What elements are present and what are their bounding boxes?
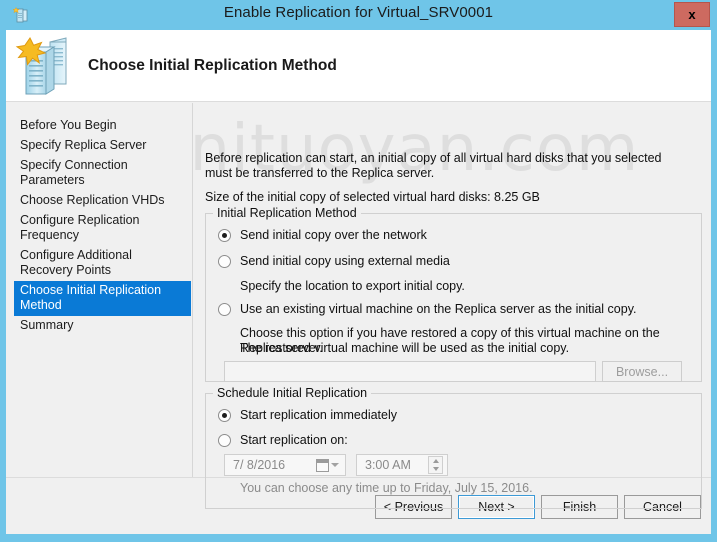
sidebar-item-choose-initial-replication-method[interactable]: Choose Initial Replication Method — [14, 281, 191, 316]
sidebar-item-specify-connection-parameters[interactable]: Specify Connection Parameters — [14, 156, 190, 191]
dialog-window: Enable Replication for Virtual_SRV0001 x — [0, 0, 717, 542]
browse-button[interactable]: Browse... — [602, 361, 682, 382]
radio-indicator-use-existing-vm[interactable] — [218, 303, 231, 316]
export-location-hint: Specify the location to export initial c… — [240, 279, 465, 293]
wizard-header: Choose Initial Replication Method — [6, 30, 711, 102]
close-button[interactable]: x — [674, 2, 710, 27]
sidebar-item-specify-replica-server[interactable]: Specify Replica Server — [14, 136, 190, 156]
two-servers-star-icon — [14, 34, 82, 98]
radio-indicator-send-over-network[interactable] — [218, 229, 231, 242]
group-title-initial-replication-method: Initial Replication Method — [213, 206, 361, 220]
radio-start-immediately[interactable]: Start replication immediately — [218, 408, 397, 423]
radio-label-use-existing-vm: Use an existing virtual machine on the R… — [240, 302, 637, 316]
start-time-picker[interactable]: 3:00 AM — [356, 454, 448, 476]
page-title: Choose Initial Replication Method — [88, 57, 337, 74]
chevron-down-icon[interactable] — [432, 467, 439, 471]
sidebar-item-summary[interactable]: Summary — [14, 316, 190, 336]
chevron-down-icon[interactable] — [331, 463, 339, 467]
radio-label-start-immediately: Start replication immediately — [240, 408, 398, 422]
existing-vm-help-line-2: The restored virtual machine will be use… — [240, 341, 570, 355]
dialog-client-area: Choose Initial Replication Method firnit… — [6, 30, 711, 534]
radio-indicator-start-immediately[interactable] — [218, 409, 231, 422]
group-title-schedule-initial-replication: Schedule Initial Replication — [213, 386, 372, 400]
radio-label-start-on-date: Start replication on: — [240, 433, 348, 447]
chevron-up-icon[interactable] — [432, 459, 439, 463]
radio-use-existing-vm[interactable]: Use an existing virtual machine on the R… — [218, 302, 637, 317]
export-location-input[interactable] — [224, 361, 596, 382]
wizard-content: Before replication can start, an initial… — [194, 103, 711, 509]
schedule-limit-hint: You can choose any time up to Friday, Ju… — [240, 481, 533, 495]
initial-replication-method-group: Initial Replication Method Send initial … — [205, 206, 702, 382]
sidebar-item-choose-replication-vhds[interactable]: Choose Replication VHDs — [14, 191, 190, 211]
radio-send-over-network[interactable]: Send initial copy over the network — [218, 228, 427, 243]
start-time-value: 3:00 AM — [365, 458, 411, 472]
time-stepper[interactable] — [428, 456, 443, 474]
start-date-picker[interactable]: 7/ 8/2016 — [224, 454, 346, 476]
radio-start-on-date[interactable]: Start replication on: — [218, 433, 348, 448]
radio-indicator-send-external-media[interactable] — [218, 255, 231, 268]
initial-copy-size-label: Size of the initial copy of selected vir… — [205, 190, 540, 204]
sidebar-item-configure-additional-recovery-points[interactable]: Configure Additional Recovery Points — [14, 246, 190, 281]
schedule-initial-replication-group: Schedule Initial Replication Start repli… — [205, 386, 702, 509]
radio-label-send-external-media: Send initial copy using external media — [240, 254, 450, 268]
intro-paragraph: Before replication can start, an initial… — [205, 151, 662, 180]
start-date-value: 7/ 8/2016 — [233, 458, 286, 472]
title-bar: Enable Replication for Virtual_SRV0001 x — [0, 0, 717, 30]
radio-send-external-media[interactable]: Send initial copy using external media — [218, 254, 450, 269]
window-title: Enable Replication for Virtual_SRV0001 — [223, 4, 494, 21]
sidebar-item-before-you-begin[interactable]: Before You Begin — [14, 116, 190, 136]
wizard-step-list: Before You Begin Specify Replica Server … — [6, 103, 193, 477]
sidebar-item-configure-replication-frequency[interactable]: Configure Replication Frequency — [14, 211, 190, 246]
radio-label-send-over-network: Send initial copy over the network — [240, 228, 427, 242]
calendar-icon[interactable] — [316, 458, 329, 472]
radio-indicator-start-on-date[interactable] — [218, 434, 231, 447]
